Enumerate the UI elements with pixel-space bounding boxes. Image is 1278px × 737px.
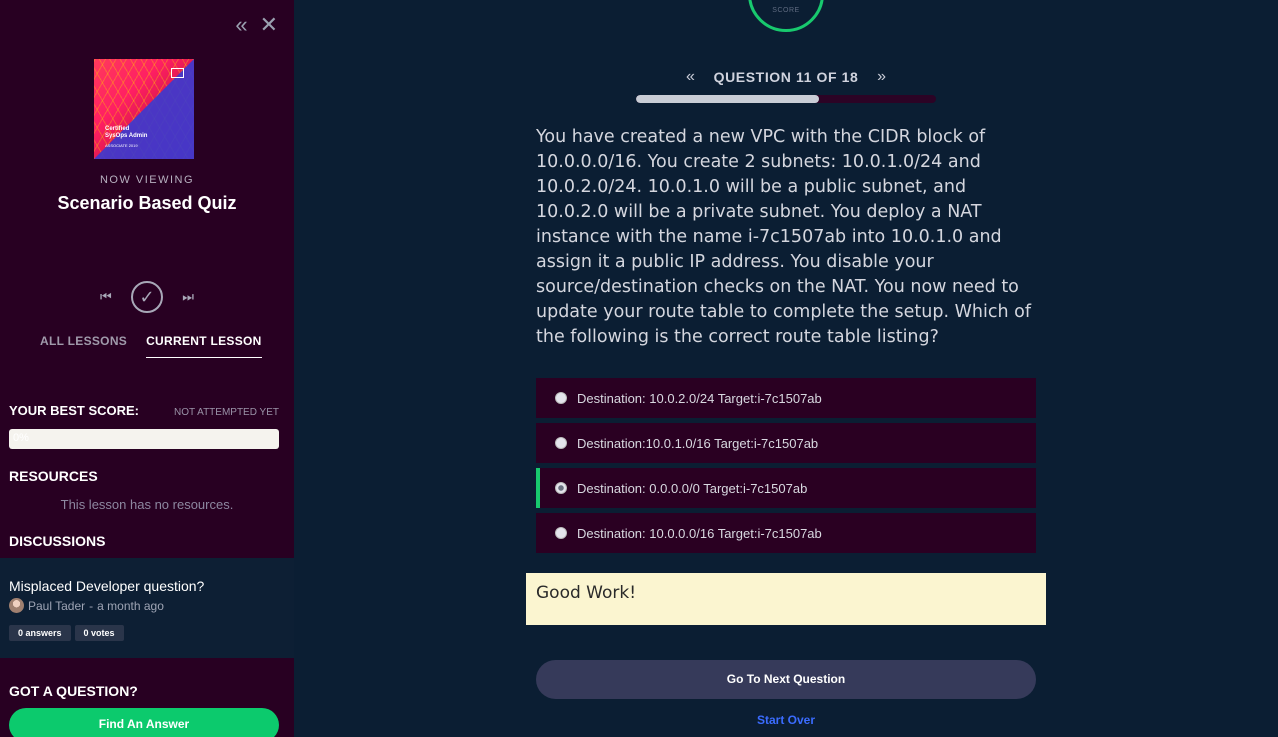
no-resources-text: This lesson has no resources. bbox=[60, 497, 234, 512]
answer-option-label: Destination:10.0.1.0/16 Target:i-7c1507a… bbox=[577, 435, 819, 451]
previous-question-icon[interactable]: « bbox=[686, 68, 695, 86]
discussion-item[interactable]: Misplaced Developer question? Paul Tader… bbox=[0, 558, 294, 658]
thumb-title-line2: SysOps Admin bbox=[105, 133, 148, 139]
discussion-author: Paul Tader bbox=[28, 598, 86, 613]
best-score-row: YOUR BEST SCORE: NOT ATTEMPTED YET bbox=[9, 403, 279, 418]
tab-current-lesson[interactable]: CURRENT LESSON bbox=[146, 334, 262, 358]
next-question-button[interactable]: Go To Next Question bbox=[536, 660, 1036, 699]
question-counter: QUESTION 11 OF 18 bbox=[713, 69, 859, 85]
tab-all-lessons[interactable]: ALL LESSONS bbox=[40, 334, 127, 358]
discussion-badges: 0 answers 0 votes bbox=[9, 625, 285, 641]
feedback-message: Good Work! bbox=[526, 573, 1046, 625]
now-viewing-label: NOW VIEWING bbox=[99, 174, 195, 186]
got-question-heading: GOT A QUESTION? bbox=[9, 683, 138, 699]
answer-option-3[interactable]: Destination: 0.0.0.0/0 Target:i-7c1507ab bbox=[536, 468, 1036, 508]
lesson-sidebar: « ✕ Certified SysOps Admin ASSOCIATE 201… bbox=[0, 0, 294, 737]
best-score-bar: 0% bbox=[9, 429, 279, 449]
score-ring: SCORE bbox=[748, 0, 824, 32]
radio-button[interactable] bbox=[555, 437, 567, 449]
best-score-percent: 0% bbox=[13, 432, 29, 444]
best-score-value: NOT ATTEMPTED YET bbox=[173, 407, 279, 418]
skip-next-icon[interactable]: ⏭ bbox=[182, 289, 194, 305]
answer-option-label: Destination: 10.0.2.0/24 Target:i-7c1507… bbox=[577, 390, 822, 406]
double-chevron-left-icon[interactable]: « bbox=[235, 14, 247, 36]
thumb-subtitle: ASSOCIATE 2019 bbox=[105, 143, 138, 148]
next-question-icon[interactable]: » bbox=[877, 68, 886, 86]
discussion-question[interactable]: Misplaced Developer question? bbox=[9, 578, 285, 594]
score-label: SCORE bbox=[772, 7, 800, 14]
avatar bbox=[9, 598, 24, 613]
start-over-link[interactable]: Start Over bbox=[536, 713, 1036, 727]
question-text: You have created a new VPC with the CIDR… bbox=[536, 127, 1032, 347]
quiz-progress-bar bbox=[636, 95, 936, 103]
chip-icon bbox=[171, 68, 184, 78]
question-navigator: « QUESTION 11 OF 18 » bbox=[686, 68, 886, 86]
lesson-tabs: ALL LESSONS CURRENT LESSON bbox=[40, 334, 262, 358]
discussion-time: a month ago bbox=[97, 598, 164, 613]
quiz-progress-fill bbox=[636, 95, 819, 103]
answer-option-4[interactable]: Destination: 10.0.0.0/16 Target:i-7c1507… bbox=[536, 513, 1036, 553]
radio-button[interactable] bbox=[555, 392, 567, 404]
radio-button[interactable] bbox=[555, 527, 567, 539]
lesson-title: Scenario Based Quiz bbox=[57, 193, 237, 213]
thumb-title-line1: Certified bbox=[105, 126, 130, 132]
answer-option-2[interactable]: Destination:10.0.1.0/16 Target:i-7c1507a… bbox=[536, 423, 1036, 463]
find-answer-button[interactable]: Find An Answer bbox=[9, 708, 279, 737]
answers-badge: 0 answers bbox=[9, 625, 71, 641]
skip-previous-icon[interactable]: ⏮ bbox=[100, 289, 112, 305]
radio-button-selected[interactable] bbox=[555, 482, 567, 494]
discussions-heading: DISCUSSIONS bbox=[9, 533, 106, 549]
close-icon[interactable]: ✕ bbox=[260, 14, 278, 36]
lesson-player-controls: ⏮ ✓ ⏭ bbox=[100, 281, 194, 313]
resources-heading: RESOURCES bbox=[9, 468, 98, 484]
answer-option-label: Destination: 10.0.0.0/16 Target:i-7c1507… bbox=[577, 525, 822, 541]
discussion-meta: Paul Tader - a month ago bbox=[9, 598, 285, 613]
answer-option-label: Destination: 0.0.0.0/0 Target:i-7c1507ab bbox=[577, 480, 808, 496]
best-score-label: YOUR BEST SCORE: bbox=[9, 403, 140, 418]
sidebar-controls: « ✕ bbox=[235, 14, 278, 36]
answer-option-1[interactable]: Destination: 10.0.2.0/24 Target:i-7c1507… bbox=[536, 378, 1036, 418]
course-thumbnail: Certified SysOps Admin ASSOCIATE 2019 bbox=[94, 59, 194, 159]
votes-badge: 0 votes bbox=[74, 625, 124, 641]
complete-check-icon[interactable]: ✓ bbox=[131, 281, 163, 313]
